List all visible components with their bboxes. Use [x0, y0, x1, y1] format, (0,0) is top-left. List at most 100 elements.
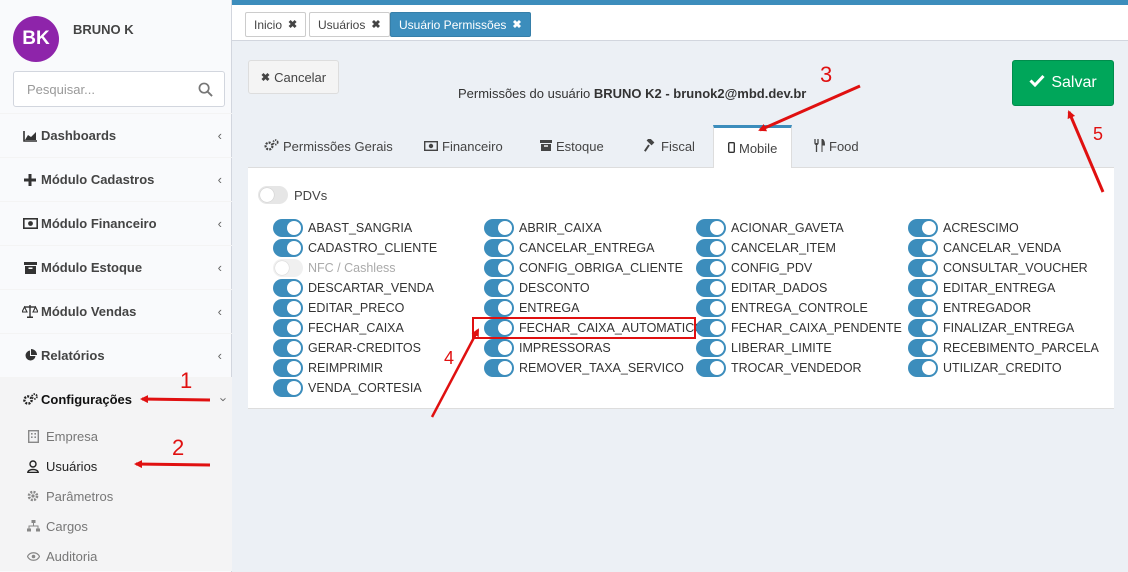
- permission-toggle[interactable]: [273, 319, 303, 337]
- sidebar-item-configuracoes[interactable]: Configurações ‹: [0, 377, 232, 421]
- permission-item: EDITAR_ENTREGA: [908, 278, 1055, 298]
- permission-toggle[interactable]: [273, 379, 303, 397]
- permission-toggle[interactable]: [484, 359, 514, 377]
- permission-toggle[interactable]: [696, 279, 726, 297]
- sidebar-item-relatorios[interactable]: Relatórios ‹: [0, 333, 232, 377]
- permission-toggle[interactable]: [696, 259, 726, 277]
- permission-toggle[interactable]: [484, 219, 514, 237]
- pdvs-label: PDVs: [294, 187, 328, 203]
- permission-toggle[interactable]: [696, 359, 726, 377]
- permission-item: UTILIZAR_CREDITO: [908, 358, 1062, 378]
- sidebar-item-label: Dashboards: [41, 128, 117, 143]
- permission-item: NFC / Cashless: [273, 258, 396, 278]
- permission-toggle[interactable]: [484, 239, 514, 257]
- tab-fiscal[interactable]: Fiscal: [630, 125, 709, 168]
- permission-toggle[interactable]: [273, 299, 303, 317]
- permission-toggle[interactable]: [273, 279, 303, 297]
- close-icon[interactable]: ✖: [371, 18, 380, 31]
- mobile-permissions-panel: PDVs ABAST_SANGRIA CADASTRO_CLIENTE NFC / …: [248, 168, 1114, 409]
- sidebar-item-label: Relatórios: [41, 348, 105, 363]
- permission-toggle[interactable]: [908, 239, 938, 257]
- permission-toggle[interactable]: [908, 339, 938, 357]
- permission-toggle[interactable]: [908, 259, 938, 277]
- permission-toggle[interactable]: [908, 219, 938, 237]
- page-tab-label: Usuário Permissões: [399, 17, 507, 32]
- permission-label: LIBERAR_LIMITE: [731, 341, 832, 355]
- page-tab-inicio[interactable]: Inicio ✖: [245, 12, 307, 37]
- permission-toggle[interactable]: [696, 239, 726, 257]
- close-icon[interactable]: ✖: [288, 18, 297, 31]
- cancel-button[interactable]: ✖ Cancelar: [248, 60, 339, 94]
- permission-item: EDITAR_PRECO: [273, 298, 404, 318]
- permission-toggle[interactable]: [273, 339, 303, 357]
- permission-toggle[interactable]: [696, 319, 726, 337]
- avatar[interactable]: BK: [13, 16, 59, 62]
- permission-label: CONFIG_PDV: [731, 261, 813, 275]
- tab-food[interactable]: Food: [800, 125, 873, 168]
- permission-label: CANCELAR_ITEM: [731, 241, 836, 255]
- annotation-number-1: 1: [180, 368, 193, 393]
- user-name: BRUNO K: [73, 22, 134, 37]
- permission-item: FECHAR_CAIXA: [273, 318, 404, 338]
- building-icon: [26, 429, 40, 443]
- sidebar-item-dashboards[interactable]: Dashboards ‹: [0, 113, 232, 157]
- permission-toggle[interactable]: [908, 359, 938, 377]
- permission-label: REIMPRIMIR: [308, 361, 383, 375]
- permission-toggle[interactable]: [908, 299, 938, 317]
- sidebar-subitem-label: Usuários: [46, 458, 98, 474]
- sidebar-subitem-cargos[interactable]: Cargos: [0, 511, 232, 541]
- page-tab-label: Usuários: [318, 17, 366, 32]
- permission-toggle[interactable]: [696, 219, 726, 237]
- page-tab-usuario-permissoes[interactable]: Usuário Permissões ✖: [390, 12, 531, 37]
- permission-item: CANCELAR_VENDA: [908, 238, 1061, 258]
- pdvs-toggle[interactable]: [258, 186, 288, 204]
- tab-label: Food: [829, 139, 859, 154]
- tab-label: Estoque: [556, 139, 604, 154]
- sidebar-item-vendas[interactable]: Módulo Vendas ‹: [0, 289, 232, 333]
- permission-toggle[interactable]: [484, 259, 514, 277]
- permission-toggle[interactable]: [273, 359, 303, 377]
- permission-toggle[interactable]: [484, 339, 514, 357]
- sidebar-item-label: Módulo Estoque: [41, 260, 143, 275]
- permission-item: ABAST_SANGRIA: [273, 218, 412, 238]
- sidebar-item-label: Configurações: [41, 392, 133, 407]
- sidebar-subitem-label: Auditoria: [46, 548, 98, 564]
- sidebar-menu: Dashboards ‹ Módulo Cadastros ‹ Módulo F…: [0, 113, 232, 571]
- page-tab-usuarios[interactable]: Usuários ✖: [309, 12, 390, 37]
- permission-toggle[interactable]: [696, 299, 726, 317]
- permission-item: DESCONTO: [484, 278, 590, 298]
- page-title-user: BRUNO K2 - brunok2@mbd.dev.br: [593, 86, 807, 101]
- sidebar-subitem-empresa[interactable]: Empresa: [0, 421, 232, 451]
- page-tabs-bar: Inicio ✖ Usuários ✖ Usuário Permissões ✖: [232, 5, 1128, 41]
- permission-item: GERAR-CREDITOS: [273, 338, 421, 358]
- close-icon[interactable]: ✖: [512, 18, 521, 31]
- page-title-prefix: Permissões do usuário: [458, 86, 591, 101]
- tab-estoque[interactable]: Estoque: [526, 125, 618, 168]
- permission-toggle[interactable]: [908, 319, 938, 337]
- permission-item: ENTREGA: [484, 298, 579, 318]
- permission-tabs: Permissões Gerais Financeiro Estoque Fis…: [248, 125, 1114, 169]
- sidebar-item-estoque[interactable]: Módulo Estoque ‹: [0, 245, 232, 289]
- sidebar-item-cadastros[interactable]: Módulo Cadastros ‹: [0, 157, 232, 201]
- permission-label: ACRESCIMO: [943, 221, 1019, 235]
- save-button[interactable]: Salvar: [1012, 60, 1114, 106]
- permission-toggle[interactable]: [273, 219, 303, 237]
- permission-toggle[interactable]: [484, 299, 514, 317]
- permission-item: ABRIR_CAIXA: [484, 218, 602, 238]
- permission-item: DESCARTAR_VENDA: [273, 278, 434, 298]
- search-icon[interactable]: [198, 82, 213, 97]
- permission-toggle[interactable]: [273, 239, 303, 257]
- pie-chart-icon: [22, 349, 38, 363]
- sidebar-subitem-usuarios[interactable]: Usuários: [0, 451, 232, 481]
- permission-toggle[interactable]: [484, 279, 514, 297]
- sidebar-item-financeiro[interactable]: Módulo Financeiro ‹: [0, 201, 232, 245]
- tab-financeiro[interactable]: Financeiro: [410, 125, 517, 168]
- tab-permissoes-gerais[interactable]: Permissões Gerais: [250, 125, 407, 168]
- sidebar-subitem-auditoria[interactable]: Auditoria: [0, 541, 232, 571]
- search-input[interactable]: [14, 72, 184, 106]
- tab-mobile[interactable]: Mobile: [713, 125, 793, 169]
- permission-toggle[interactable]: [908, 279, 938, 297]
- sidebar-subitem-parametros[interactable]: Parâmetros: [0, 481, 232, 511]
- permission-label: CANCELAR_VENDA: [943, 241, 1062, 255]
- permission-toggle[interactable]: [696, 339, 726, 357]
